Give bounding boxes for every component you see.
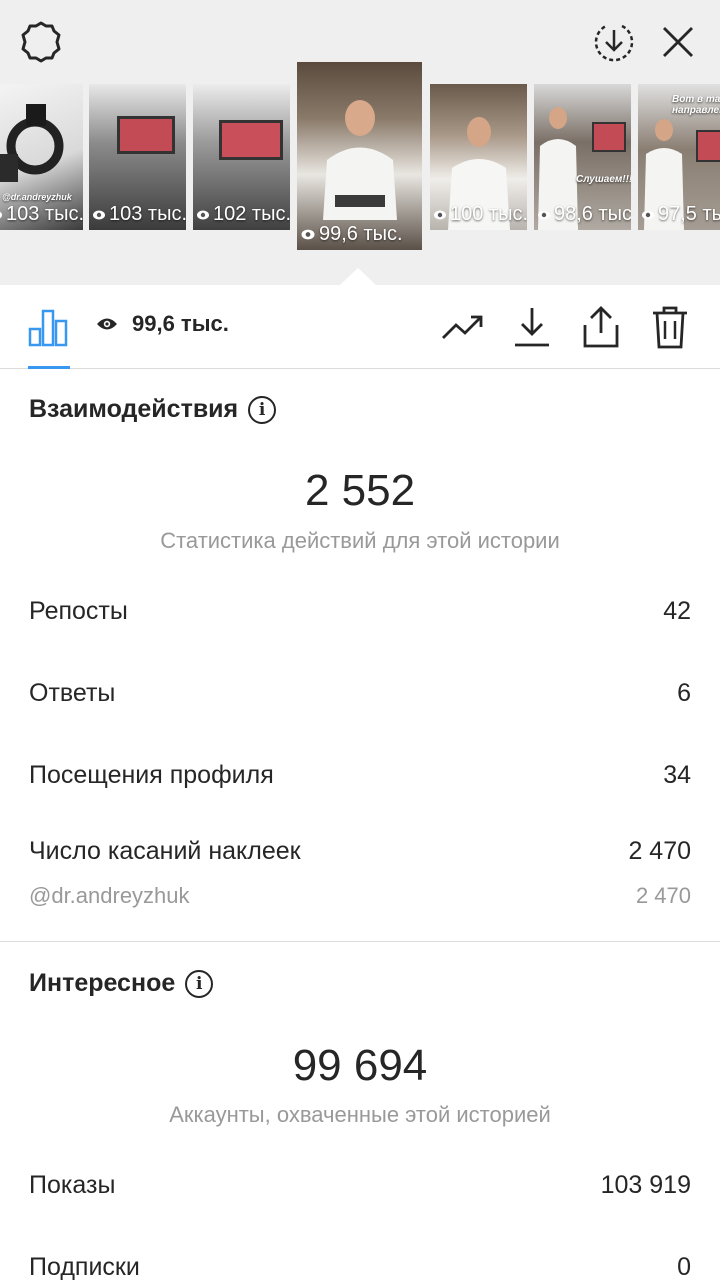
tv-screen-image: [592, 122, 626, 152]
download-icon: [515, 308, 549, 347]
stat-value: 42: [663, 597, 691, 625]
info-icon[interactable]: i: [248, 395, 277, 424]
thumbnail-overlay-text: @dr.andreyzhuk: [2, 192, 72, 202]
total-views: 99,6 тыс.: [132, 311, 229, 336]
eye-icon: [538, 210, 550, 219]
thumbnail-views: 102 тыс.: [196, 203, 290, 226]
tv-screen-image: [696, 130, 720, 162]
eye-icon: [434, 210, 446, 219]
delete-button[interactable]: [646, 303, 694, 351]
insights-tab[interactable]: [24, 303, 72, 351]
share-button[interactable]: [577, 303, 625, 351]
story-toolbar: 99,6 тыс.: [0, 285, 720, 369]
thumbnail-views: 103 тыс.: [0, 203, 83, 226]
active-thumbnail-pointer: [340, 268, 376, 285]
bar-chart-icon: [28, 309, 68, 347]
eye-icon: [301, 229, 315, 240]
stat-label: Посещения профиля: [29, 761, 274, 789]
settings-button[interactable]: [15, 16, 67, 68]
stat-value: 2 470: [628, 837, 691, 865]
promote-button[interactable]: [439, 303, 487, 351]
download-button[interactable]: [508, 303, 556, 351]
stat-value: 103 919: [600, 1171, 691, 1199]
discovery-caption: Аккаунты, охваченные этой историей: [169, 1102, 551, 1127]
share-icon: [583, 306, 619, 348]
interactions-total: 2 552: [304, 466, 416, 515]
thumbnail-overlay-text: Вот в тако направлени: [672, 94, 720, 116]
discovery-section-title: Интересное i: [29, 969, 214, 998]
eye-icon: [97, 318, 117, 330]
story-thumbnail[interactable]: Вот в тако направлени 97,5 тыс.: [638, 84, 720, 230]
interactions-section-title: Взаимодействия i: [29, 395, 277, 424]
stat-value: 6: [677, 679, 691, 707]
stat-label: Подписки: [29, 1253, 140, 1280]
thumbnail-views: 97,5 тыс.: [641, 203, 720, 226]
save-story-button[interactable]: [588, 16, 640, 68]
stat-row-sticker-mention[interactable]: @dr.andreyzhuk 2 470: [29, 883, 691, 909]
eye-icon: [642, 210, 654, 219]
thumbnail-views: 98,6 тыс.: [537, 203, 631, 226]
close-icon: [663, 27, 693, 57]
story-thumbnail[interactable]: 103 тыс.: [89, 84, 186, 230]
story-thumbnail[interactable]: 100 тыс.: [430, 84, 527, 230]
active-tab-indicator: [28, 366, 70, 369]
stat-row-impressions: Показы 103 919: [29, 1171, 691, 1200]
close-button[interactable]: [652, 16, 704, 68]
stat-row-follows: Подписки 0: [29, 1253, 691, 1280]
sticker-label: @dr.andreyzhuk: [29, 883, 190, 908]
viewers-button[interactable]: 99,6 тыс.: [96, 311, 229, 337]
stat-row-reposts: Репосты 42: [29, 597, 691, 626]
info-icon[interactable]: i: [185, 969, 214, 998]
thumbnail-views: 103 тыс.: [92, 203, 186, 226]
trash-icon: [653, 306, 687, 349]
section-divider: [0, 941, 720, 942]
interactions-caption: Статистика действий для этой истории: [160, 528, 560, 553]
camera-ring-light-image: [0, 104, 64, 182]
stat-label: Число касаний наклеек: [29, 837, 301, 865]
story-thumbnails-panel: @dr.andreyzhuk 103 тыс. 103 тыс. 102 тыс…: [0, 0, 720, 285]
doctor-image: [323, 100, 397, 220]
stat-value: 0: [677, 1253, 691, 1280]
trending-icon: [442, 315, 483, 339]
story-thumbnail-strip[interactable]: @dr.andreyzhuk 103 тыс. 103 тыс. 102 тыс…: [0, 62, 720, 262]
thumbnail-views: 99,6 тыс.: [300, 223, 403, 246]
discovery-total: 99 694: [292, 1041, 428, 1090]
sticker-value: 2 470: [635, 883, 691, 908]
stat-row-sticker-taps: Число касаний наклеек 2 470: [29, 837, 691, 866]
stat-row-replies: Ответы 6: [29, 679, 691, 708]
story-thumbnail[interactable]: 102 тыс.: [193, 84, 290, 230]
stat-row-profile-visits: Посещения профиля 34: [29, 761, 691, 790]
eye-icon: [0, 211, 2, 218]
tv-screen-image: [117, 116, 175, 154]
stat-label: Показы: [29, 1171, 116, 1199]
stat-label: Репосты: [29, 597, 128, 625]
eye-icon: [197, 210, 209, 219]
tv-screen-image: [219, 120, 283, 160]
eye-icon: [93, 210, 105, 219]
stat-value: 34: [663, 761, 691, 789]
story-thumbnail-active[interactable]: 99,6 тыс.: [297, 62, 422, 250]
stat-label: Ответы: [29, 679, 116, 707]
story-thumbnail[interactable]: Слушаем!!! 98,6 тыс.: [534, 84, 631, 230]
thumbnail-views: 100 тыс.: [433, 203, 527, 226]
download-circle-icon: [594, 24, 634, 62]
gear-icon: [21, 21, 61, 63]
story-thumbnail[interactable]: @dr.andreyzhuk 103 тыс.: [0, 84, 83, 230]
thumbnail-overlay-text: Слушаем!!!: [576, 174, 631, 185]
